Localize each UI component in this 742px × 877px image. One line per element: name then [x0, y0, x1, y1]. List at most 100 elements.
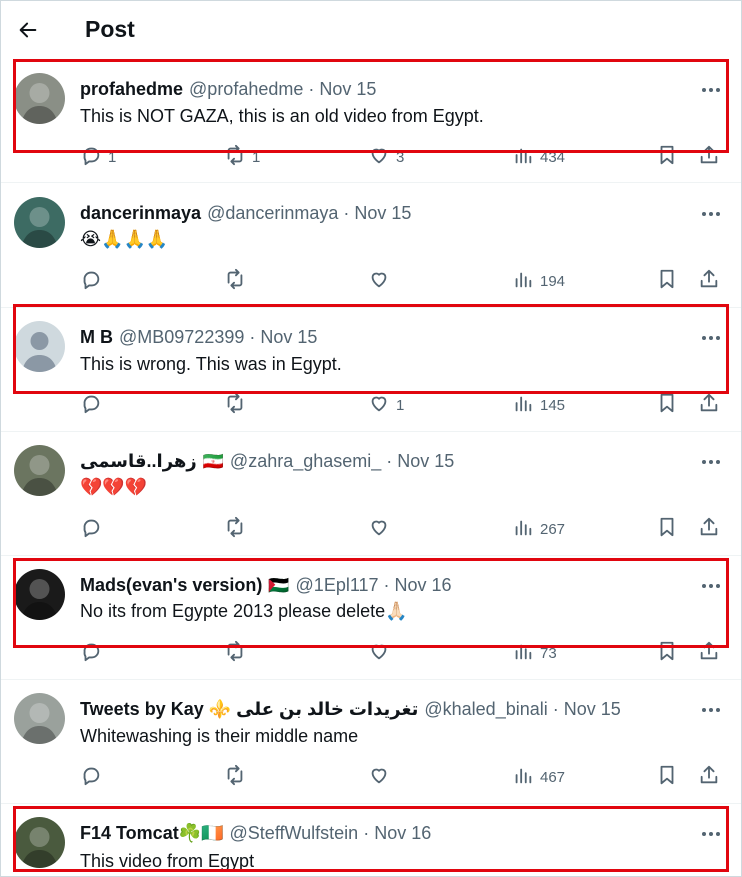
like-icon — [368, 144, 390, 170]
like-icon — [368, 268, 390, 294]
retweet-icon — [224, 640, 246, 666]
retweet-count: 1 — [252, 148, 261, 166]
more-icon[interactable] — [699, 204, 723, 224]
display-name[interactable]: M B — [80, 327, 113, 348]
reply-icon — [80, 392, 102, 418]
post-item[interactable]: M B @MB09722399 · Nov 15 This is wrong. Th… — [1, 308, 741, 432]
display-name[interactable]: زهرا..قاسمی — [80, 451, 197, 472]
post-text: 😭🙏🙏🙏 — [80, 229, 169, 249]
avatar[interactable] — [14, 693, 65, 744]
display-name[interactable]: Tweets by Kay ⚜️ تغريدات خالد بن على — [80, 699, 418, 720]
back-arrow-icon[interactable] — [15, 17, 41, 43]
post-text: This video from Egypt — [80, 851, 255, 871]
views-button[interactable]: 73 — [512, 640, 557, 666]
like-button[interactable] — [368, 516, 396, 542]
post-header: Tweets by Kay ⚜️ تغريدات خالد بن على @kha… — [80, 699, 621, 720]
retweet-button[interactable] — [224, 268, 252, 294]
reply-button[interactable]: 1 — [80, 144, 116, 170]
avatar[interactable] — [14, 817, 65, 868]
page-title: Post — [85, 16, 135, 42]
like-button[interactable] — [368, 640, 396, 666]
share-icon — [698, 640, 720, 666]
retweet-button[interactable] — [224, 764, 252, 790]
more-icon[interactable] — [699, 452, 723, 472]
reply-button[interactable] — [80, 516, 108, 542]
post-item[interactable]: Tweets by Kay ⚜️ تغريدات خالد بن على @kha… — [1, 680, 741, 804]
views-button[interactable]: 467 — [512, 764, 565, 790]
more-icon[interactable] — [699, 824, 723, 844]
display-name[interactable]: dancerinmaya — [80, 203, 201, 224]
bookmark-button[interactable] — [656, 392, 678, 418]
reply-button[interactable] — [80, 268, 108, 294]
post-item[interactable]: F14 Tomcat☘️🇮🇪 @SteffWulfstein · Nov 16 Th… — [1, 804, 741, 877]
retweet-button[interactable] — [224, 516, 252, 542]
views-count: 194 — [540, 272, 566, 290]
retweet-button[interactable]: 1 — [224, 144, 260, 170]
reply-button[interactable] — [80, 640, 108, 666]
post-item[interactable]: profahedme @profahedme · Nov 15 This is NO… — [1, 59, 741, 183]
avatar[interactable] — [14, 197, 65, 248]
handle-and-date[interactable]: @MB09722399 · Nov 15 — [119, 327, 317, 348]
handle-and-date[interactable]: @zahra_ghasemi_ · Nov 15 — [230, 451, 454, 472]
views-count: 434 — [540, 148, 566, 166]
more-icon[interactable] — [699, 700, 723, 720]
share-icon — [698, 268, 720, 294]
views-icon — [512, 144, 534, 170]
display-name[interactable]: profahedme — [80, 79, 183, 100]
share-button[interactable] — [698, 640, 720, 666]
retweet-button[interactable] — [224, 392, 252, 418]
retweet-icon — [224, 764, 246, 790]
more-icon[interactable] — [699, 80, 723, 100]
like-button[interactable] — [368, 764, 396, 790]
like-button[interactable]: 3 — [368, 144, 404, 170]
like-button[interactable] — [368, 268, 396, 294]
handle-and-date[interactable]: @SteffWulfstein · Nov 16 — [230, 823, 432, 844]
bookmark-icon — [656, 268, 678, 294]
reply-icon — [80, 268, 102, 294]
display-name[interactable]: F14 Tomcat☘️🇮🇪 — [80, 823, 224, 844]
views-icon — [512, 516, 534, 542]
avatar[interactable] — [14, 445, 65, 496]
share-icon — [698, 144, 720, 170]
bookmark-button[interactable] — [656, 640, 678, 666]
reply-icon — [80, 640, 102, 666]
reply-button[interactable] — [80, 764, 108, 790]
handle-and-date[interactable]: @1Epl117 · Nov 16 — [296, 575, 452, 596]
post-header: زهرا..قاسمی 🇮🇷 @zahra_ghasemi_ · Nov 15 — [80, 451, 454, 472]
retweet-button[interactable] — [224, 640, 252, 666]
post-header: dancerinmaya @dancerinmaya · Nov 15 — [80, 203, 411, 224]
post-item[interactable]: Mads(evan's version) 🇵🇸 @1Epl117 · Nov 16 N… — [1, 556, 741, 680]
share-button[interactable] — [698, 764, 720, 790]
handle-and-date[interactable]: @dancerinmaya · Nov 15 — [207, 203, 411, 224]
handle-and-date[interactable]: @khaled_binali · Nov 15 — [424, 699, 620, 720]
views-button[interactable]: 145 — [512, 392, 565, 418]
avatar[interactable] — [14, 321, 65, 372]
display-name[interactable]: Mads(evan's version) — [80, 575, 262, 596]
like-count: 3 — [396, 148, 405, 166]
like-count: 1 — [396, 396, 405, 414]
share-button[interactable] — [698, 516, 720, 542]
more-icon[interactable] — [699, 328, 723, 348]
bookmark-button[interactable] — [656, 764, 678, 790]
avatar[interactable] — [14, 73, 65, 124]
share-button[interactable] — [698, 268, 720, 294]
views-button[interactable]: 267 — [512, 516, 565, 542]
post-text: This is NOT GAZA, this is an old video f… — [80, 106, 484, 126]
bookmark-button[interactable] — [656, 268, 678, 294]
retweet-icon — [224, 268, 246, 294]
share-button[interactable] — [698, 392, 720, 418]
views-button[interactable]: 194 — [512, 268, 565, 294]
bookmark-icon — [656, 516, 678, 542]
handle-and-date[interactable]: @profahedme · Nov 15 — [189, 79, 376, 100]
bookmark-button[interactable] — [656, 144, 678, 170]
reply-button[interactable] — [80, 392, 108, 418]
avatar[interactable] — [14, 569, 65, 620]
post-item[interactable]: dancerinmaya @dancerinmaya · Nov 15 😭🙏🙏🙏 19… — [1, 184, 741, 308]
bookmark-icon — [656, 640, 678, 666]
views-button[interactable]: 434 — [512, 144, 565, 170]
share-button[interactable] — [698, 144, 720, 170]
more-icon[interactable] — [699, 576, 723, 596]
post-item[interactable]: زهرا..قاسمی 🇮🇷 @zahra_ghasemi_ · Nov 15 💔💔💔… — [1, 432, 741, 556]
bookmark-button[interactable] — [656, 516, 678, 542]
like-button[interactable]: 1 — [368, 392, 404, 418]
